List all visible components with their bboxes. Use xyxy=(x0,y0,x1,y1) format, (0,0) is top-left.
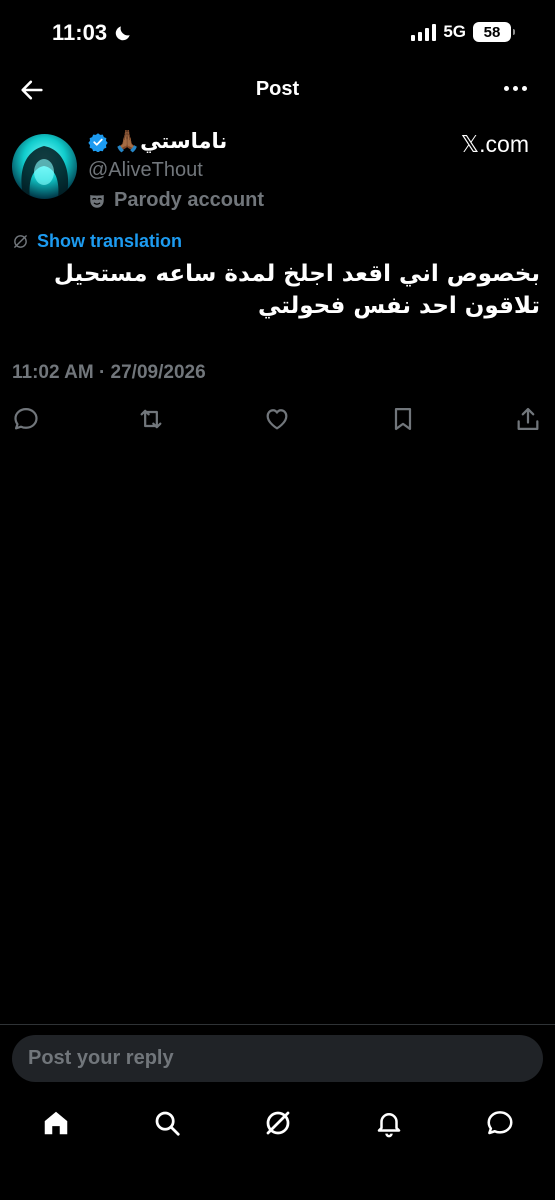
show-translation-label: Show translation xyxy=(37,231,183,251)
display-name: ناماستي🙏🏾 xyxy=(114,130,228,153)
repost-icon[interactable] xyxy=(137,405,165,433)
messages-icon[interactable] xyxy=(485,1108,515,1138)
like-icon[interactable] xyxy=(263,405,291,433)
source-label[interactable]: 𝕏.com xyxy=(461,131,529,158)
battery-icon: 58 xyxy=(473,22,515,42)
parody-label: Parody account xyxy=(88,189,264,212)
post-text-line: تلاقون احد نفس فحولتي xyxy=(257,293,540,319)
more-horizontal-icon[interactable] xyxy=(504,86,527,91)
avatar[interactable] xyxy=(12,134,77,199)
verified-badge-icon xyxy=(88,132,108,152)
post-timestamp: 11:02 AM · 27/09/2026 xyxy=(12,362,206,383)
reply-icon[interactable] xyxy=(12,405,40,433)
status-bar: 11:03 5G 58 xyxy=(0,0,555,66)
top-nav: Post xyxy=(0,66,555,114)
grok-icon xyxy=(14,235,27,248)
page-title: Post xyxy=(255,78,300,100)
notifications-icon[interactable] xyxy=(374,1108,404,1138)
status-indicators: 5G 58 xyxy=(411,22,515,42)
signal-icon xyxy=(411,23,437,41)
status-time-text: 11:03 xyxy=(52,20,108,45)
bottom-nav xyxy=(0,1100,555,1150)
post-actions xyxy=(0,405,555,435)
battery-level: 58 xyxy=(483,23,501,41)
avatar-image xyxy=(21,146,69,199)
post-text: بخصوص اني اقعد اجلخ لمدة ساعه مستحيل تلا… xyxy=(12,258,540,322)
bookmark-icon[interactable] xyxy=(389,405,417,433)
mask-icon xyxy=(90,194,104,208)
search-icon[interactable] xyxy=(152,1108,182,1138)
share-icon[interactable] xyxy=(514,405,542,433)
home-icon[interactable] xyxy=(41,1108,71,1138)
user-handle[interactable]: @AliveThout xyxy=(88,159,203,182)
moon-icon xyxy=(115,26,130,41)
show-translation-link[interactable]: Show translation xyxy=(12,231,182,252)
grok-icon[interactable] xyxy=(263,1108,293,1138)
parody-label-text: Parody account xyxy=(114,189,265,211)
status-time: 11:03 xyxy=(52,20,133,46)
post-text-line: بخصوص اني اقعد اجلخ لمدة ساعه مستحيل xyxy=(53,261,540,287)
display-name-row[interactable]: ناماستي🙏🏾 xyxy=(88,129,227,154)
reply-input[interactable] xyxy=(12,1035,543,1082)
network-label: 5G xyxy=(443,22,466,41)
divider xyxy=(0,1024,555,1025)
